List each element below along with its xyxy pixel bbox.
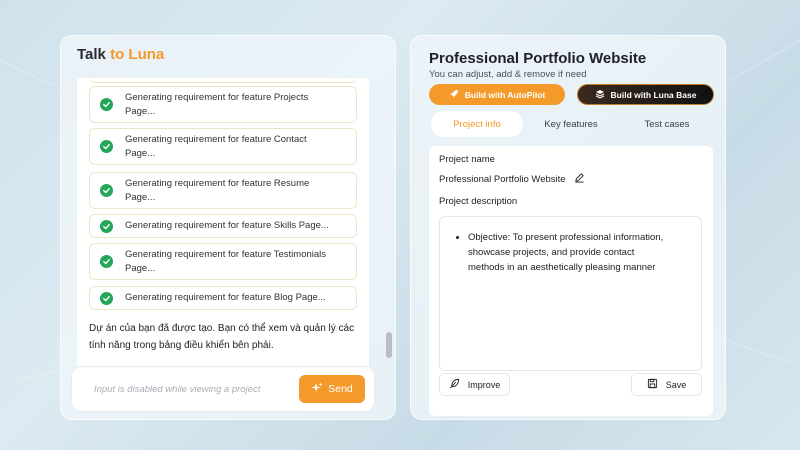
feature-status-text: Generating requirement for feature Conta… (125, 133, 307, 161)
list-item: Generating requirement for feature Blog … (89, 286, 357, 310)
send-button[interactable]: Send (299, 375, 365, 403)
send-label: Send (328, 383, 353, 395)
save-disk-icon (647, 378, 658, 391)
build-lunabase-button[interactable]: Build with Luna Base (577, 84, 714, 105)
feature-status-text: Generating requirement for feature Skill… (125, 219, 329, 233)
project-panel: Professional Portfolio Website You can a… (410, 35, 726, 420)
project-description-label: Project description (439, 196, 518, 207)
background-crack (729, 35, 800, 81)
feature-status-text: Generating requirement for feature Blog … (125, 291, 326, 305)
autopilot-label: Build with AutoPilot (464, 89, 546, 100)
build-autopilot-button[interactable]: Build with AutoPilot (429, 84, 565, 105)
title-accent: to Luna (110, 46, 165, 63)
previous-item-edge (89, 78, 357, 83)
assistant-message: Dự án của bạn đã được tạo. Bạn có thể xe… (89, 323, 355, 351)
chat-history[interactable]: Generating requirement for feature Proje… (77, 78, 433, 393)
check-circle-icon (100, 219, 113, 233)
tab-test-cases[interactable]: Test cases (619, 111, 715, 137)
project-subtitle: You can adjust, add & remove if need (429, 69, 587, 80)
project-tabs: Project info Key features Test cases (431, 111, 715, 137)
check-circle-icon (100, 98, 113, 111)
chat-scroll-area[interactable]: Generating requirement for feature Proje… (77, 78, 369, 390)
list-item: Generating requirement for feature Resum… (89, 172, 357, 209)
save-label: Save (665, 379, 687, 390)
chat-panel-title: Talk to Luna (77, 46, 164, 63)
tab-key-features[interactable]: Key features (523, 111, 619, 137)
project-name-value: Professional Portfolio Website (439, 173, 566, 185)
chat-panel: Talk to Luna Generating requirement for … (60, 35, 396, 420)
check-circle-icon (100, 184, 113, 197)
feature-line: Generating requirement for feature Proje… (125, 91, 309, 103)
save-button[interactable]: Save (631, 373, 702, 396)
chat-scrollbar[interactable] (386, 332, 392, 358)
feature-line: Generating requirement for feature Resum… (125, 177, 310, 189)
chat-input-placeholder: Input is disabled while viewing a projec… (94, 384, 261, 395)
title-prefix: Talk (77, 46, 111, 63)
rocket-icon (449, 89, 459, 101)
description-bullet: Objective: To present professional infor… (468, 230, 668, 275)
check-circle-icon (100, 140, 113, 153)
feature-line: Page... (125, 262, 156, 274)
improve-button[interactable]: Improve (439, 373, 510, 396)
feature-line: Generating requirement for feature Conta… (125, 133, 307, 145)
list-item: Generating requirement for feature Testi… (89, 243, 357, 280)
list-item: Generating requirement for feature Proje… (89, 86, 357, 123)
feature-line: Generating requirement for feature Blog … (125, 292, 326, 303)
feature-status-text: Generating requirement for feature Testi… (125, 248, 326, 276)
tab-project-info[interactable]: Project info (431, 111, 523, 137)
list-item: Generating requirement for feature Skill… (89, 214, 357, 238)
sparkle-icon (311, 382, 323, 397)
feature-status-text: Generating requirement for feature Resum… (125, 177, 309, 205)
feather-icon (449, 378, 460, 391)
feature-line: Page... (125, 147, 156, 159)
feature-line: Generating requirement for feature Testi… (125, 248, 327, 260)
project-name-label: Project name (439, 154, 495, 165)
layers-icon (595, 89, 605, 101)
project-name-row: Professional Portfolio Website (439, 172, 585, 186)
project-description-field[interactable]: Objective: To present professional infor… (439, 216, 702, 371)
feature-status-text: Generating requirement for feature Proje… (125, 91, 308, 119)
chat-input-box[interactable]: Input is disabled while viewing a projec… (71, 366, 375, 412)
project-title: Professional Portfolio Website (429, 50, 647, 67)
feature-line: Page... (125, 191, 156, 203)
feature-line: Generating requirement for feature Skill… (125, 220, 329, 231)
check-circle-icon (100, 255, 113, 268)
improve-label: Improve (467, 379, 501, 390)
check-circle-icon (100, 291, 113, 305)
project-info-card: Project name Professional Portfolio Webs… (429, 146, 713, 416)
list-item: Generating requirement for feature Conta… (89, 128, 357, 165)
edit-pencil-icon[interactable] (574, 172, 585, 186)
feature-line: Page... (125, 105, 156, 117)
lunabase-label: Build with Luna Base (610, 89, 697, 100)
